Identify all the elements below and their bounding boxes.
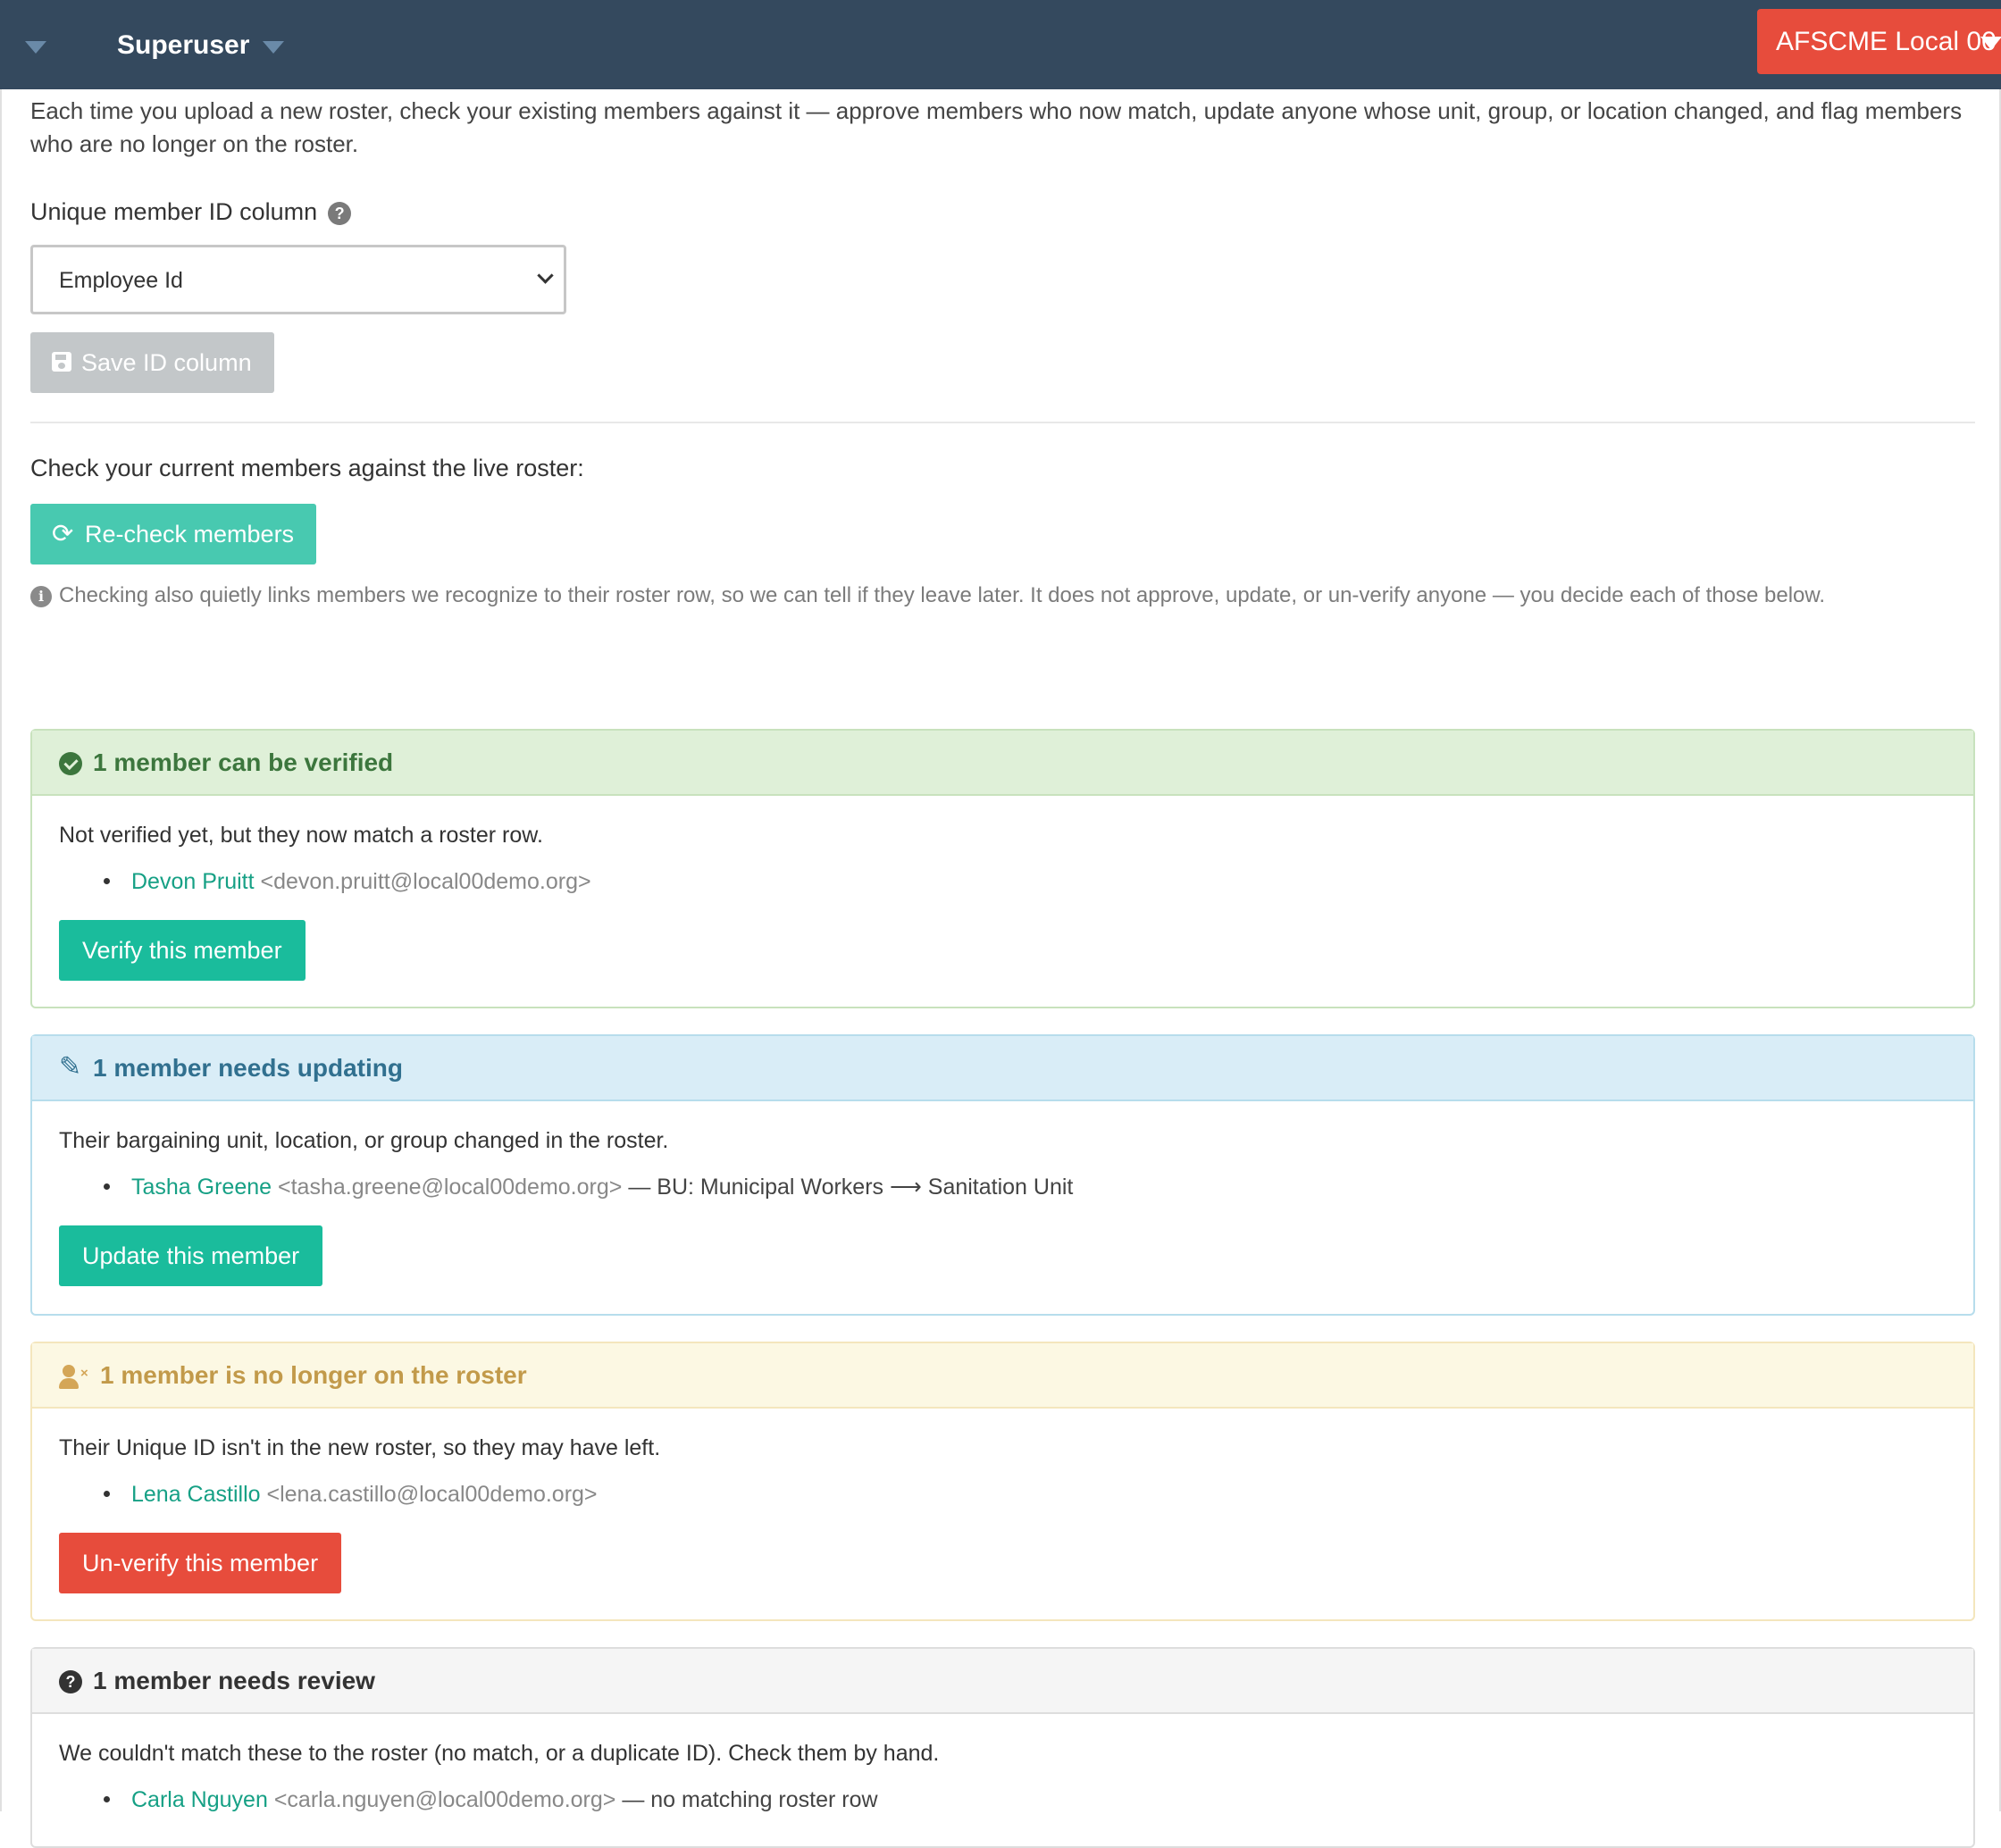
bullet xyxy=(104,1183,110,1190)
removed-panel-header: × 1 member is no longer on the roster xyxy=(32,1343,1973,1409)
pencil-icon: ✎ xyxy=(59,1052,82,1082)
bullet xyxy=(104,1491,110,1497)
verify-panel: 1 member can be verified Not verified ye… xyxy=(30,729,1975,1008)
bullet xyxy=(104,1796,110,1802)
menu-caret-icon[interactable] xyxy=(25,41,46,54)
update-panel-title: 1 member needs updating xyxy=(93,1054,403,1082)
list-item: Devon Pruitt <devon.pruitt@local00demo.o… xyxy=(104,866,591,897)
removed-panel-title: 1 member is no longer on the roster xyxy=(100,1361,527,1389)
verify-panel-title: 1 member can be verified xyxy=(93,748,394,776)
save-id-column-button[interactable]: Save ID column xyxy=(30,332,274,393)
verify-member-button[interactable]: Verify this member xyxy=(59,920,306,981)
member-email: <devon.pruitt@local00demo.org> xyxy=(260,869,591,894)
intro-text: Each time you upload a new roster, check… xyxy=(30,97,1963,157)
list-item: Carla Nguyen <carla.nguyen@local00demo.o… xyxy=(104,1785,878,1815)
top-navbar: Superuser AFSCME Local 00 xyxy=(0,0,2001,89)
verify-panel-description: Not verified yet, but they now match a r… xyxy=(59,823,543,848)
member-change: — BU: Municipal Workers ⟶ Sanitation Uni… xyxy=(622,1175,1074,1200)
list-item: Tasha Greene <tasha.greene@local00demo.o… xyxy=(104,1172,1073,1202)
update-panel: ✎ 1 member needs updating Their bargaini… xyxy=(30,1034,1975,1316)
floppy-disk-icon xyxy=(52,352,71,372)
review-panel-title: 1 member needs review xyxy=(93,1667,375,1694)
id-column-label: Unique member ID column xyxy=(30,198,318,225)
recheck-note-text: Checking also quietly links members we r… xyxy=(59,583,1826,607)
member-link[interactable]: Tasha Greene xyxy=(131,1175,272,1200)
question-circle-icon: ? xyxy=(59,1670,82,1693)
section-divider xyxy=(30,422,1975,423)
save-id-column-label: Save ID column xyxy=(81,349,252,376)
member-link[interactable]: Devon Pruitt xyxy=(131,869,255,894)
update-member-button[interactable]: Update this member xyxy=(59,1225,323,1286)
recheck-note: i Checking also quietly links members we … xyxy=(30,581,1825,611)
org-switcher-label: AFSCME Local 00 xyxy=(1776,27,1997,56)
review-panel-header: ? 1 member needs review xyxy=(32,1649,1973,1714)
info-circle-icon: i xyxy=(30,586,52,607)
unverify-member-button[interactable]: Un-verify this member xyxy=(59,1533,342,1593)
id-column-select[interactable]: Employee Id xyxy=(30,245,566,314)
main-content: Each time you upload a new roster, check… xyxy=(0,89,2001,1848)
removed-panel: × 1 member is no longer on the roster Th… xyxy=(30,1342,1975,1621)
user-times-icon: × xyxy=(59,1365,93,1390)
org-switcher-button[interactable]: AFSCME Local 00 xyxy=(1757,9,2001,74)
id-column-select-value: Employee Id xyxy=(59,268,183,293)
member-email: <carla.nguyen@local00demo.org> xyxy=(273,1787,616,1812)
member-email: <lena.castillo@local00demo.org> xyxy=(266,1482,598,1507)
update-panel-header: ✎ 1 member needs updating xyxy=(32,1036,1973,1101)
recheck-label: Check your current members against the l… xyxy=(30,455,584,481)
user-menu-caret-icon[interactable] xyxy=(263,41,284,54)
review-panel-description: We couldn't match these to the roster (n… xyxy=(59,1741,940,1766)
review-panel: ? 1 member needs review We couldn't matc… xyxy=(30,1647,1975,1848)
org-caret-down-icon xyxy=(1980,37,2001,50)
refresh-icon: ⟳ xyxy=(52,520,74,548)
recheck-members-button[interactable]: ⟳ Re-check members xyxy=(30,504,316,564)
member-email: <tasha.greene@local00demo.org> xyxy=(278,1175,623,1200)
member-link[interactable]: Carla Nguyen xyxy=(131,1787,268,1812)
verify-panel-header: 1 member can be verified xyxy=(32,731,1973,796)
list-item: Lena Castillo <lena.castillo@local00demo… xyxy=(104,1479,598,1509)
update-panel-description: Their bargaining unit, location, or grou… xyxy=(59,1128,669,1153)
question-circle-icon[interactable]: ? xyxy=(328,202,352,225)
check-circle-icon xyxy=(59,752,82,775)
chevron-down-icon xyxy=(537,267,554,284)
member-note: — no matching roster row xyxy=(615,1787,878,1812)
recheck-members-label: Re-check members xyxy=(85,521,295,548)
bullet xyxy=(104,878,110,884)
id-column-label-row: Unique member ID column? xyxy=(30,196,352,228)
user-menu[interactable]: Superuser xyxy=(117,28,249,63)
removed-panel-description: Their Unique ID isn't in the new roster,… xyxy=(59,1435,661,1460)
member-link[interactable]: Lena Castillo xyxy=(131,1482,261,1507)
